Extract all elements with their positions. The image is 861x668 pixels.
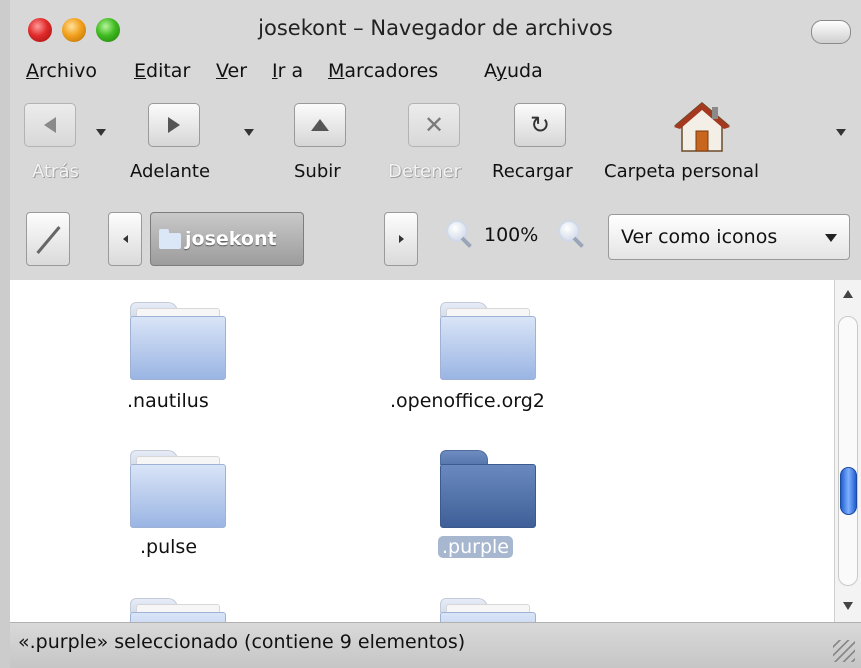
up-label: Subir: [294, 161, 341, 182]
location-bar: josekont 100% Ver como iconos: [10, 200, 861, 276]
home-label: Carpeta personal: [604, 161, 760, 182]
forward-button[interactable]: [148, 103, 200, 147]
folder-icon[interactable]: [130, 450, 226, 528]
menu-bar: Archivo Editar Ver Ir a Marcadores Ayuda: [10, 54, 861, 92]
menu-ir-a[interactable]: Ir a: [272, 60, 303, 82]
pencil-icon: [36, 226, 61, 254]
icon-view[interactable]: .nautilus .openoffice.org2 .pulse .purpl…: [10, 280, 834, 622]
status-bar: «.purple» seleccionado (contiene 9 eleme…: [10, 622, 861, 668]
back-label: Atrás: [32, 161, 79, 182]
desktop-edge: [0, 0, 10, 668]
reload-icon: ↻: [529, 111, 551, 139]
menu-ver[interactable]: Ver: [216, 60, 247, 82]
scroll-thumb[interactable]: [840, 467, 857, 515]
folder-icon[interactable]: [440, 598, 536, 622]
title-bar: josekont – Navegador de archivos: [10, 0, 861, 54]
menu-ayuda[interactable]: Ayuda: [484, 60, 543, 82]
dropdown-arrow-icon: [825, 234, 837, 242]
folder-icon: [159, 229, 181, 249]
home-button[interactable]: [672, 101, 732, 153]
zoom-level[interactable]: 100%: [484, 224, 538, 246]
menu-editar[interactable]: Editar: [134, 60, 190, 82]
stop-button[interactable]: ✕: [408, 103, 460, 147]
menu-archivo[interactable]: Archivo: [26, 60, 97, 82]
back-arrow-icon: [44, 117, 56, 133]
up-button[interactable]: [294, 103, 346, 147]
view-mode-label: Ver como iconos: [621, 226, 778, 248]
folder-icon[interactable]: [130, 302, 226, 380]
zoom-out-icon[interactable]: [446, 220, 474, 248]
item-label[interactable]: .nautilus: [127, 390, 209, 412]
back-button[interactable]: [24, 103, 76, 147]
path-scroll-left-button[interactable]: [108, 212, 142, 266]
toolbar-overflow-arrow[interactable]: [836, 129, 846, 136]
toolbar-toggle-button[interactable]: [811, 20, 851, 44]
scroll-up-arrow-icon[interactable]: [843, 290, 853, 298]
scroll-track[interactable]: [838, 316, 858, 586]
folder-icon[interactable]: [130, 598, 226, 622]
path-button-josekont[interactable]: josekont: [150, 212, 304, 266]
path-label: josekont: [185, 228, 277, 250]
reload-label: Recargar: [492, 161, 573, 182]
folder-icon-selected[interactable]: [440, 450, 536, 528]
path-scroll-right-button[interactable]: [384, 212, 418, 266]
reload-button[interactable]: ↻: [514, 103, 566, 147]
home-icon: [673, 102, 731, 152]
stop-x-icon: ✕: [423, 111, 445, 139]
folder-icon[interactable]: [440, 302, 536, 380]
window-title: josekont – Navegador de archivos: [258, 16, 613, 40]
item-label[interactable]: .pulse: [140, 536, 197, 558]
stop-label: Detener: [388, 161, 461, 182]
vertical-scrollbar[interactable]: [834, 280, 861, 622]
forward-history-dropdown[interactable]: [244, 129, 254, 136]
item-label[interactable]: .openoffice.org2: [390, 390, 545, 412]
chevron-left-icon: [122, 235, 128, 243]
scroll-down-arrow-icon[interactable]: [843, 602, 853, 610]
toggle-location-entry-button[interactable]: [26, 212, 70, 266]
status-text: «.purple» seleccionado (contiene 9 eleme…: [18, 631, 466, 653]
back-history-dropdown[interactable]: [96, 129, 106, 136]
view-mode-select[interactable]: Ver como iconos: [608, 214, 850, 260]
menu-marcadores[interactable]: Marcadores: [328, 60, 438, 82]
up-arrow-icon: [311, 119, 329, 131]
toolbar: Atrás Adelante Subir ✕ Detener ↻ Recarga…: [10, 95, 861, 195]
zoom-in-icon[interactable]: [558, 220, 586, 248]
forward-label: Adelante: [130, 161, 211, 182]
chevron-right-icon: [398, 235, 404, 243]
resize-grip-icon[interactable]: [833, 640, 855, 662]
forward-arrow-icon: [168, 117, 180, 133]
item-label-selected[interactable]: .purple: [438, 536, 513, 558]
